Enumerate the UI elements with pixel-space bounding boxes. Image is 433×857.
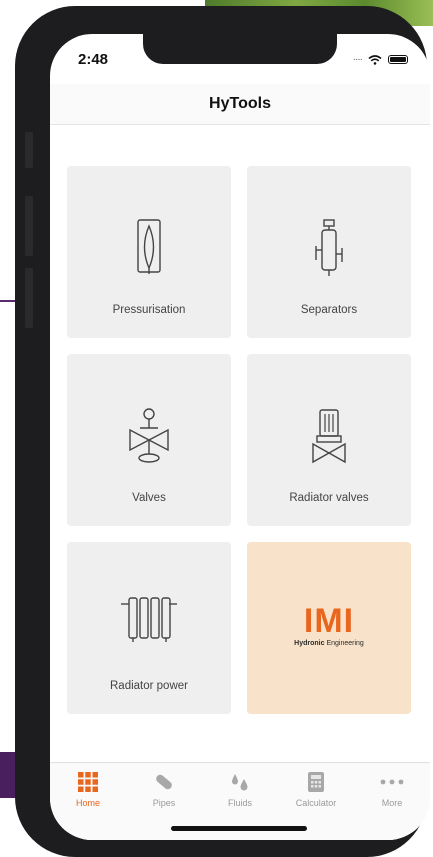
volume-up-button: [25, 196, 33, 256]
imi-tagline-rest: Engineering: [324, 640, 364, 647]
imi-logo: IMI Hydronic Engineering: [247, 604, 411, 647]
tab-fluids[interactable]: Fluids: [202, 771, 278, 808]
tile-imi-brand[interactable]: IMI Hydronic Engineering: [247, 542, 411, 714]
tab-label: Home: [75, 798, 100, 808]
phone-frame: 2:48 ···· HyTools Pressurisation Separat…: [15, 6, 430, 857]
tile-label: Valves: [132, 492, 166, 504]
radiator-valve-icon: [312, 409, 346, 464]
volume-down-button: [25, 268, 33, 328]
tab-calculator[interactable]: Calculator: [278, 771, 354, 808]
tile-separators[interactable]: Separators: [247, 166, 411, 338]
tile-radiator-power[interactable]: Radiator power: [67, 542, 231, 714]
tile-pressurisation[interactable]: Pressurisation: [67, 166, 231, 338]
tools-grid: Pressurisation Separators Valves Radiato…: [50, 34, 430, 734]
tab-label: More: [381, 798, 403, 808]
tab-home[interactable]: Home: [50, 771, 126, 808]
pressurisation-vessel-icon: [137, 219, 161, 274]
tab-more[interactable]: More: [354, 771, 430, 808]
tile-label: Radiator power: [110, 680, 188, 692]
imi-tagline-bold: Hydronic: [294, 640, 325, 647]
tile-label: Separators: [300, 304, 358, 316]
tab-label: Calculator: [295, 798, 337, 808]
calculator-icon: [308, 771, 324, 793]
more-dots-icon: [380, 771, 404, 793]
separator-icon: [315, 219, 343, 276]
tile-radiator-valves[interactable]: Radiator valves: [247, 354, 411, 526]
tab-label: Fluids: [227, 798, 252, 808]
screen: 2:48 ···· HyTools Pressurisation Separat…: [50, 34, 430, 840]
tab-label: Pipes: [152, 798, 176, 808]
grid-icon: [78, 771, 98, 793]
imi-tagline: Hydronic Engineering: [247, 640, 411, 647]
pipe-icon: [153, 771, 175, 793]
tile-label: Pressurisation: [112, 304, 186, 316]
mute-switch: [25, 132, 33, 168]
radiator-icon: [121, 597, 177, 642]
tile-label: Radiator valves: [289, 492, 369, 504]
imi-logo-mark: IMI: [303, 602, 355, 640]
tab-pipes[interactable]: Pipes: [126, 771, 202, 808]
valve-icon: [129, 408, 169, 463]
home-indicator[interactable]: [171, 826, 307, 831]
tile-valves[interactable]: Valves: [67, 354, 231, 526]
droplets-icon: [229, 771, 251, 793]
